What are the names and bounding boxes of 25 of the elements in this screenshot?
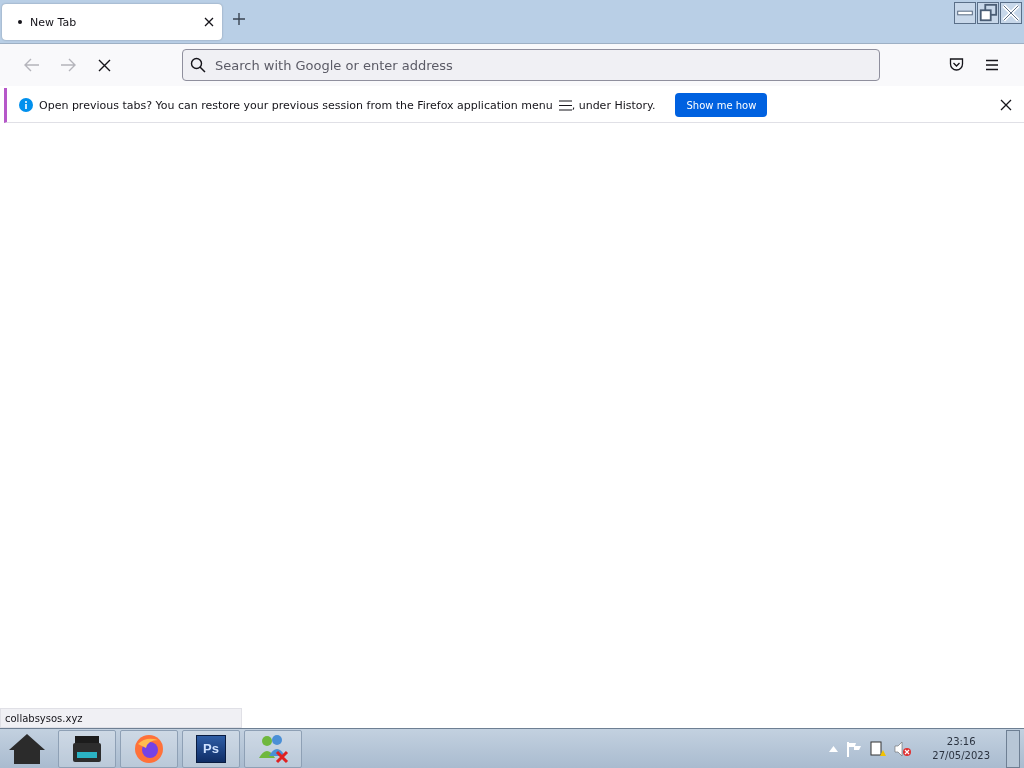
scanner-icon <box>72 734 102 763</box>
muted-speaker-icon[interactable] <box>894 740 913 757</box>
close-icon[interactable] <box>1000 99 1012 111</box>
notification-message: Open previous tabs? You can restore your previous session from the Firefox application menu <box>39 98 553 112</box>
clock[interactable]: 23:16 27/05/2023 <box>932 736 990 761</box>
taskbar-app[interactable]: Ps <box>182 729 240 768</box>
info-icon <box>19 98 33 112</box>
browser-tab[interactable]: New Tab <box>2 4 222 40</box>
firefox-icon <box>134 733 164 764</box>
restore-icon[interactable] <box>977 2 999 24</box>
house-icon <box>8 732 46 765</box>
clock-time: 23:16 <box>946 736 976 747</box>
close-icon[interactable] <box>204 17 214 27</box>
menu-icon <box>558 99 572 111</box>
app-label: Ps <box>196 734 226 763</box>
network-warning-icon[interactable] <box>870 740 887 757</box>
plus-icon[interactable] <box>232 12 246 26</box>
notification-message: , under History. <box>571 98 656 112</box>
show-desktop-button[interactable] <box>1006 729 1020 768</box>
minimize-icon[interactable] <box>954 2 976 24</box>
taskbar-app[interactable] <box>58 729 116 768</box>
clock-date: 27/05/2023 <box>932 750 990 761</box>
address-bar[interactable]: Search with Google or enter address <box>182 49 880 81</box>
people-icon <box>257 733 289 764</box>
show-me-how-button[interactable]: Show me how <box>675 93 768 117</box>
